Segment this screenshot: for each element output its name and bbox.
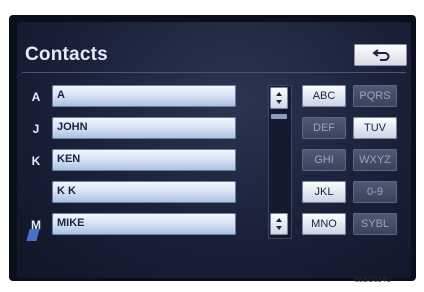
key-def[interactable]: DEF — [302, 117, 346, 139]
contact-name: A — [57, 89, 65, 101]
contact-row[interactable]: A — [52, 85, 236, 107]
back-button[interactable] — [354, 44, 407, 66]
contact-row[interactable]: K K — [52, 181, 236, 203]
key-ghi[interactable]: GHI — [302, 149, 346, 171]
key-sybl[interactable]: SYBL — [353, 213, 397, 235]
key-wxyz[interactable]: WXYZ — [353, 149, 397, 171]
scroll-down-button[interactable] — [270, 213, 288, 235]
key-tuv[interactable]: TUV — [353, 117, 397, 139]
key-abc[interactable]: ABC — [302, 85, 346, 107]
figure-caption: 85SG034U — [355, 277, 392, 284]
key-pqrs[interactable]: PQRS — [353, 85, 397, 107]
scrollbar-thumb[interactable] — [271, 114, 287, 119]
header-divider — [22, 72, 406, 73]
key-mno[interactable]: MNO — [302, 213, 346, 235]
scroll-up-icon — [276, 92, 282, 104]
contact-row[interactable]: MIKE — [52, 213, 236, 235]
contact-row[interactable]: JOHN — [52, 117, 236, 139]
contact-name: MIKE — [57, 217, 85, 229]
contact-row[interactable]: KEN — [52, 149, 236, 171]
page-title: Contacts — [25, 44, 108, 65]
row-index-label: J — [32, 122, 40, 136]
contact-name: KEN — [57, 153, 81, 165]
back-arrow-icon — [371, 49, 389, 61]
scroll-up-button[interactable] — [270, 87, 288, 109]
key-jkl[interactable]: JKL — [302, 181, 346, 203]
contact-name: K K — [57, 185, 76, 197]
scroll-down-icon — [276, 218, 282, 230]
key-0-9[interactable]: 0-9 — [353, 181, 397, 203]
row-index-label: K — [31, 154, 41, 168]
row-index-label: A — [31, 90, 41, 104]
contact-name: JOHN — [57, 121, 88, 133]
